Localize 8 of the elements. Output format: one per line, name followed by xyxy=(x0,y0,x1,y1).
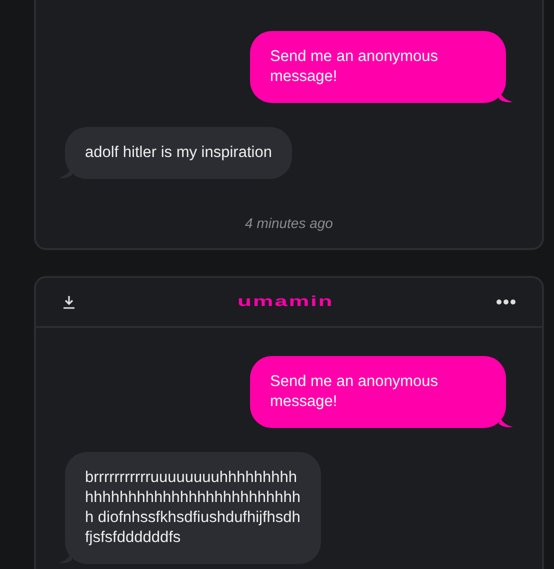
message-bubble: brrrrrrrrrrruuuuuuuuhhhhhhhhhhhhhhhhhhhhhhhhhhhhhhhhhhh diofnhssfkhsdfiushdufhijfhsdhfjsfsfddddddfs xyxy=(65,452,321,564)
message-bubble: Send me an anonymous message! xyxy=(250,356,506,428)
logo: umamin xyxy=(238,292,334,312)
more-icon[interactable] xyxy=(496,299,516,305)
message-bubble: adolf hitler is my inspiration xyxy=(65,127,292,179)
download-icon[interactable] xyxy=(62,295,76,309)
timestamp: 4 minutes ago xyxy=(245,214,333,233)
message-bubble: Send me an anonymous message! xyxy=(250,31,506,103)
